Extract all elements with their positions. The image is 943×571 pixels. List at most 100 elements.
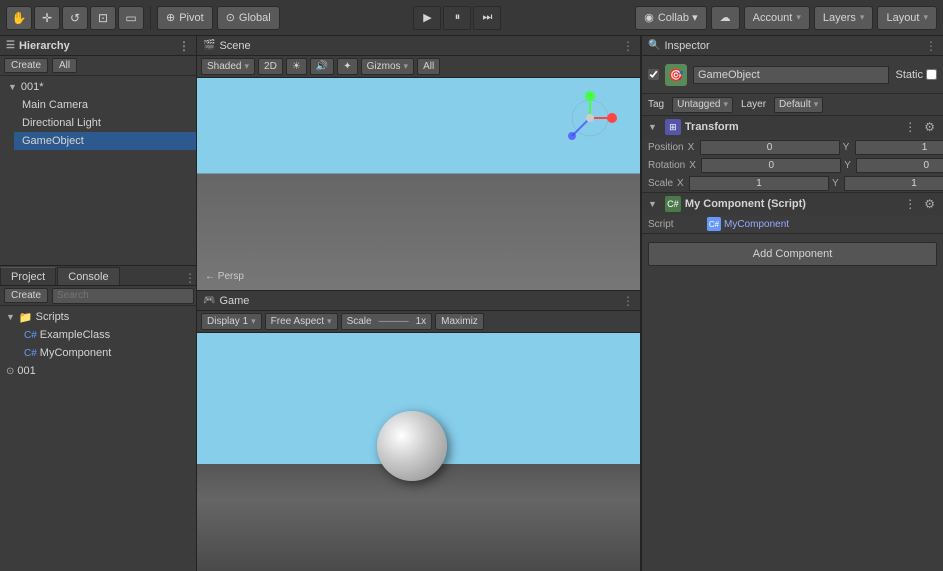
scale-y-field: Y bbox=[832, 176, 943, 191]
transform-menu-btn[interactable]: ⋮ bbox=[902, 120, 918, 134]
position-y-input[interactable] bbox=[855, 140, 943, 155]
game-title: Game bbox=[219, 295, 249, 307]
scale-x-input[interactable] bbox=[689, 176, 829, 191]
project-item-exampleclass[interactable]: C# ExampleClass bbox=[0, 326, 196, 344]
2d-toggle[interactable]: 2D bbox=[258, 58, 283, 75]
cloud-btn[interactable]: ☁ bbox=[711, 6, 740, 30]
hierarchy-item-main-camera[interactable]: Main Camera bbox=[14, 96, 196, 114]
hierarchy-all-btn[interactable]: All bbox=[52, 58, 77, 73]
my-component-settings-btn[interactable]: ⚙ bbox=[922, 197, 937, 211]
pause-btn[interactable]: ⏸ bbox=[443, 6, 471, 30]
aspect-dropdown[interactable]: Free Aspect ▾ bbox=[265, 313, 338, 330]
script-name[interactable]: MyComponent bbox=[724, 219, 789, 230]
scene-viewport[interactable]: ← Persp bbox=[197, 78, 640, 290]
tag-label: Tag bbox=[648, 99, 664, 110]
rotation-y-input[interactable] bbox=[856, 158, 943, 173]
audio-btn[interactable]: 🔊 bbox=[310, 58, 334, 75]
rotation-x-input[interactable] bbox=[701, 158, 841, 173]
hierarchy-icon: ☰ bbox=[6, 40, 15, 51]
move-tool-btn[interactable]: ✛ bbox=[34, 6, 60, 30]
hand-tool-btn[interactable]: ✋ bbox=[6, 6, 32, 30]
game-viewport[interactable] bbox=[197, 333, 640, 571]
scene-icon: 🎬 bbox=[203, 40, 215, 51]
scale-y-input[interactable] bbox=[844, 176, 943, 191]
my-component-section: ▼ C# My Component (Script) ⋮ ⚙ Script C#… bbox=[642, 193, 943, 234]
project-menu-btn[interactable]: ⋮ bbox=[184, 271, 196, 285]
maximize-btn[interactable]: Maximiz bbox=[435, 313, 484, 330]
pivot-dropdown[interactable]: ⊕ Pivot bbox=[157, 6, 213, 30]
hierarchy-item-directional-light[interactable]: Directional Light bbox=[14, 114, 196, 132]
scale-x-field: X bbox=[677, 176, 829, 191]
game-view-panel: 🎮 Game ⋮ Display 1 ▾ Free Aspect ▾ Scale… bbox=[197, 291, 640, 571]
my-component-title: My Component (Script) bbox=[685, 198, 898, 210]
scene-gizmo bbox=[560, 88, 620, 148]
account-dropdown[interactable]: Account ▾ bbox=[744, 6, 810, 30]
script-label: Script bbox=[648, 219, 703, 230]
scripts-arrow: ▼ bbox=[6, 312, 15, 322]
global-dropdown[interactable]: ⊙ Global bbox=[217, 6, 280, 30]
shaded-dropdown[interactable]: Shaded ▾ bbox=[201, 58, 255, 75]
scene-menu-btn[interactable]: ⋮ bbox=[622, 39, 634, 53]
transform-arrow: ▼ bbox=[648, 122, 657, 132]
gameobject-active-toggle[interactable] bbox=[648, 69, 659, 80]
lighting-btn[interactable]: ☀ bbox=[286, 58, 307, 75]
transform-tools: ✋ ✛ ↺ ⊡ ▭ bbox=[6, 6, 144, 30]
inspector-menu-btn[interactable]: ⋮ bbox=[925, 39, 937, 53]
game-menu-btn[interactable]: ⋮ bbox=[622, 294, 634, 308]
my-component-header[interactable]: ▼ C# My Component (Script) ⋮ ⚙ bbox=[642, 193, 943, 215]
project-item-mycomponent[interactable]: C# MyComponent bbox=[0, 344, 196, 362]
scene-toolbar: Shaded ▾ 2D ☀ 🔊 ✦ Gizmos ▾ All bbox=[197, 56, 640, 78]
scale-row: Scale X Y Z bbox=[642, 174, 943, 192]
inspector-gameobject-row: 🎯 Static bbox=[642, 56, 943, 94]
inspector-panel: 🔍 Inspector ⋮ 🎯 Static Tag Untagged ▾ La… bbox=[641, 36, 943, 571]
scene-view-panel: 🎬 Scene ⋮ Shaded ▾ 2D ☀ 🔊 ✦ Gizmos ▾ bbox=[197, 36, 640, 291]
my-component-icon: C# bbox=[665, 196, 681, 212]
cloud-icon: ☁ bbox=[720, 11, 731, 24]
rect-tool-btn[interactable]: ▭ bbox=[118, 6, 144, 30]
rotation-row: Rotation X Y Z bbox=[642, 156, 943, 174]
scale-tool-btn[interactable]: ⊡ bbox=[90, 6, 116, 30]
static-checkbox[interactable] bbox=[926, 69, 937, 80]
my-component-menu-btn[interactable]: ⋮ bbox=[902, 197, 918, 211]
hierarchy-item-gameobject[interactable]: GameObject bbox=[14, 132, 196, 150]
left-panel: ☰ Hierarchy ⋮ Create All ▼ 001* Main Cam… bbox=[0, 36, 197, 571]
layer-dropdown[interactable]: Default ▾ bbox=[774, 97, 823, 113]
position-x-input[interactable] bbox=[700, 140, 840, 155]
hierarchy-root[interactable]: ▼ 001* bbox=[0, 78, 196, 96]
scene-all-btn[interactable]: All bbox=[417, 58, 440, 75]
transform-title: Transform bbox=[685, 121, 898, 133]
tag-dropdown[interactable]: Untagged ▾ bbox=[672, 97, 733, 113]
layout-dropdown[interactable]: Layout ▾ bbox=[877, 6, 937, 30]
tab-project[interactable]: Project bbox=[0, 267, 56, 285]
project-create-btn[interactable]: Create bbox=[4, 288, 48, 303]
rotate-tool-btn[interactable]: ↺ bbox=[62, 6, 88, 30]
gameobject-name-input[interactable] bbox=[693, 66, 889, 84]
project-search-input[interactable] bbox=[52, 288, 194, 304]
effects-btn[interactable]: ✦ bbox=[337, 58, 357, 75]
layers-dropdown[interactable]: Layers ▾ bbox=[814, 6, 874, 30]
script-value: C# MyComponent bbox=[707, 217, 937, 231]
step-btn[interactable]: ⏭ bbox=[473, 6, 501, 30]
layout-arrow: ▾ bbox=[923, 12, 928, 23]
hierarchy-menu-btn[interactable]: ⋮ bbox=[178, 39, 190, 53]
tab-console[interactable]: Console bbox=[57, 267, 119, 285]
hierarchy-create-btn[interactable]: Create bbox=[4, 58, 48, 73]
gizmos-dropdown[interactable]: Gizmos ▾ bbox=[361, 58, 414, 75]
project-item-001[interactable]: ⊙ 001 bbox=[0, 362, 196, 380]
transform-settings-btn[interactable]: ⚙ bbox=[922, 120, 937, 134]
add-component-btn[interactable]: Add Component bbox=[648, 242, 937, 266]
hierarchy-list: ▼ 001* Main Camera Directional Light Gam… bbox=[0, 76, 196, 265]
transform-header[interactable]: ▼ ⊞ Transform ⋮ ⚙ bbox=[642, 116, 943, 138]
exampleclass-icon: C# bbox=[24, 330, 37, 341]
inspector-header: 🔍 Inspector ⋮ bbox=[642, 36, 943, 56]
collab-dropdown[interactable]: ◉ Collab ▾ bbox=[635, 6, 706, 30]
scripts-folder-icon: 📁 bbox=[19, 311, 33, 324]
play-btn[interactable]: ▶ bbox=[413, 6, 441, 30]
display-dropdown[interactable]: Display 1 ▾ bbox=[201, 313, 262, 330]
scene-title: Scene bbox=[219, 40, 250, 52]
scale-control[interactable]: Scale ——— 1x bbox=[341, 313, 433, 330]
project-item-scripts[interactable]: ▼ 📁 Scripts bbox=[0, 308, 196, 326]
asset-001-icon: ⊙ bbox=[6, 366, 14, 377]
hierarchy-panel: ☰ Hierarchy ⋮ Create All ▼ 001* Main Cam… bbox=[0, 36, 196, 266]
toolbar: ✋ ✛ ↺ ⊡ ▭ ⊕ Pivot ⊙ Global ▶ ⏸ ⏭ ◉ Colla… bbox=[0, 0, 943, 36]
